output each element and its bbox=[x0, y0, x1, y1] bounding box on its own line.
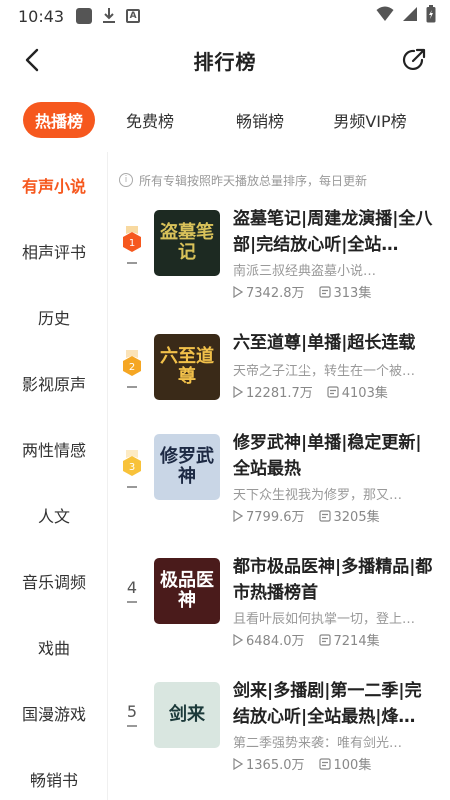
wifi-icon bbox=[376, 6, 394, 26]
play-count: 12281.7万 bbox=[246, 386, 313, 401]
title-bar: 排行榜 bbox=[0, 32, 450, 88]
rank-badge: 1 bbox=[120, 226, 144, 286]
category-item[interactable]: 影视原声 bbox=[0, 350, 108, 416]
album-cover[interactable]: 六至道尊 bbox=[154, 334, 220, 400]
medal-icon: 2 bbox=[123, 350, 141, 376]
album-title[interactable]: 修罗武神|单播|稳定更新|全站最热 bbox=[233, 430, 433, 482]
rank-badge: 5 bbox=[120, 698, 144, 758]
play-icon bbox=[233, 285, 243, 298]
a-notification-icon: A bbox=[126, 9, 141, 23]
category-item[interactable]: 两性情感 bbox=[0, 416, 108, 482]
battery-icon bbox=[426, 5, 436, 27]
album-cover[interactable]: 盗墓笔记 bbox=[154, 210, 220, 276]
page-title: 排行榜 bbox=[193, 49, 257, 74]
tab-hot[interactable]: 热播榜 bbox=[23, 102, 95, 138]
status-bar: 10:43 A bbox=[0, 0, 450, 32]
status-time: 10:43 bbox=[18, 6, 65, 26]
album-meta: 6484.0万 7214集 bbox=[233, 630, 443, 649]
tab-bestseller[interactable]: 畅销榜 bbox=[205, 102, 315, 138]
category-item[interactable]: 戏曲 bbox=[0, 614, 108, 680]
episode-count: 100集 bbox=[333, 758, 372, 773]
play-count: 1365.0万 bbox=[246, 758, 305, 773]
list-item[interactable]: 5 剑来 剑来|多播剧|第一二季|完结放心听|全站最热|烽… 第二季强势来袭：唯… bbox=[108, 681, 450, 800]
album-cover[interactable]: 极品医神 bbox=[154, 558, 220, 624]
list-item[interactable]: 1 盗墓笔记 盗墓笔记|周建龙演播|全八部|完结放心听|全站… 南派三叔经典盗墓… bbox=[108, 209, 450, 330]
category-item[interactable]: 历史 bbox=[0, 284, 108, 350]
play-icon bbox=[233, 509, 243, 522]
svg-text:1: 1 bbox=[129, 238, 135, 249]
episodes-icon bbox=[318, 285, 331, 298]
category-item[interactable]: 畅销书 bbox=[0, 746, 108, 800]
ranking-notice: i 所有专辑按照昨天播放总量排序，每日更新 bbox=[108, 152, 450, 208]
rank-number: 4 bbox=[126, 578, 138, 597]
notice-text: 所有专辑按照昨天播放总量排序，每日更新 bbox=[139, 173, 368, 188]
album-description: 天帝之子江尘，转生在一个被… bbox=[233, 364, 416, 379]
episode-count: 313集 bbox=[333, 286, 372, 301]
album-description: 南派三叔经典盗墓小说… bbox=[233, 264, 377, 279]
play-count: 7342.8万 bbox=[246, 286, 305, 301]
album-title[interactable]: 剑来|多播剧|第一二季|完结放心听|全站最热|烽… bbox=[233, 678, 433, 730]
app-notification-icon bbox=[76, 8, 93, 24]
category-item[interactable]: 人文 bbox=[0, 482, 108, 548]
album-description: 天下众生视我为修罗，那又… bbox=[233, 488, 403, 503]
album-description: 第二季强势来袭：唯有剑光… bbox=[233, 736, 403, 751]
svg-text:2: 2 bbox=[129, 362, 135, 373]
album-title[interactable]: 都市极品医神|多播精品|都市热播榜首 bbox=[233, 554, 433, 606]
share-icon bbox=[402, 48, 426, 71]
info-icon: i bbox=[119, 173, 133, 187]
album-meta: 1365.0万 100集 bbox=[233, 754, 443, 773]
episode-count: 3205集 bbox=[333, 510, 380, 525]
play-count: 6484.0万 bbox=[246, 634, 305, 649]
rank-badge: 3 bbox=[120, 450, 144, 510]
ranking-tabs: 热播榜 免费榜 畅销榜 男频VIP榜 bbox=[0, 96, 450, 144]
chevron-left-icon bbox=[25, 48, 39, 72]
album-cover[interactable]: 剑来 bbox=[154, 682, 220, 748]
play-icon bbox=[233, 757, 243, 770]
category-sidebar: 有声小说 相声评书 历史 影视原声 两性情感 人文 音乐调频 戏曲 国漫游戏 畅… bbox=[0, 152, 108, 800]
category-item[interactable]: 有声小说 bbox=[0, 152, 108, 218]
album-title[interactable]: 六至道尊|单播|超长连载 bbox=[233, 330, 433, 356]
album-meta: 12281.7万 4103集 bbox=[233, 382, 443, 401]
episodes-icon bbox=[327, 385, 339, 398]
play-count: 7799.6万 bbox=[246, 510, 305, 525]
share-button[interactable] bbox=[398, 44, 430, 76]
album-cover[interactable]: 修罗武神 bbox=[154, 434, 220, 500]
rank-badge: 4 bbox=[120, 574, 144, 634]
album-meta: 7342.8万 313集 bbox=[233, 282, 443, 301]
album-meta: 7799.6万 3205集 bbox=[233, 506, 443, 525]
rank-badge: 2 bbox=[120, 350, 144, 410]
list-item[interactable]: 4 极品医神 都市极品医神|多播精品|都市热播榜首 且看叶辰如何执掌一切，登上…… bbox=[108, 557, 450, 678]
episodes-icon bbox=[318, 757, 331, 770]
episodes-icon bbox=[318, 633, 331, 646]
download-icon bbox=[102, 7, 116, 25]
tab-free[interactable]: 免费榜 bbox=[95, 102, 205, 138]
signal-icon bbox=[402, 6, 418, 26]
category-item[interactable]: 相声评书 bbox=[0, 218, 108, 284]
episode-count: 7214集 bbox=[333, 634, 380, 649]
back-button[interactable] bbox=[16, 44, 48, 76]
play-icon bbox=[233, 385, 243, 398]
episodes-icon bbox=[318, 509, 331, 522]
list-item[interactable]: 3 修罗武神 修罗武神|单播|稳定更新|全站最热 天下众生视我为修罗，那又… 7… bbox=[108, 433, 450, 554]
medal-icon: 3 bbox=[123, 450, 141, 476]
play-icon bbox=[233, 633, 243, 646]
ranking-list: i 所有专辑按照昨天播放总量排序，每日更新 1 盗墓笔记 盗墓笔记|周建龙演播|… bbox=[108, 152, 450, 800]
category-item[interactable]: 国漫游戏 bbox=[0, 680, 108, 746]
medal-icon: 1 bbox=[123, 226, 141, 252]
svg-text:3: 3 bbox=[129, 462, 135, 473]
rank-number: 5 bbox=[126, 702, 138, 721]
episode-count: 4103集 bbox=[341, 386, 388, 401]
category-item[interactable]: 音乐调频 bbox=[0, 548, 108, 614]
album-description: 且看叶辰如何执掌一切，登上… bbox=[233, 612, 416, 627]
album-title[interactable]: 盗墓笔记|周建龙演播|全八部|完结放心听|全站… bbox=[233, 206, 433, 258]
tab-male-vip[interactable]: 男频VIP榜 bbox=[315, 102, 425, 138]
